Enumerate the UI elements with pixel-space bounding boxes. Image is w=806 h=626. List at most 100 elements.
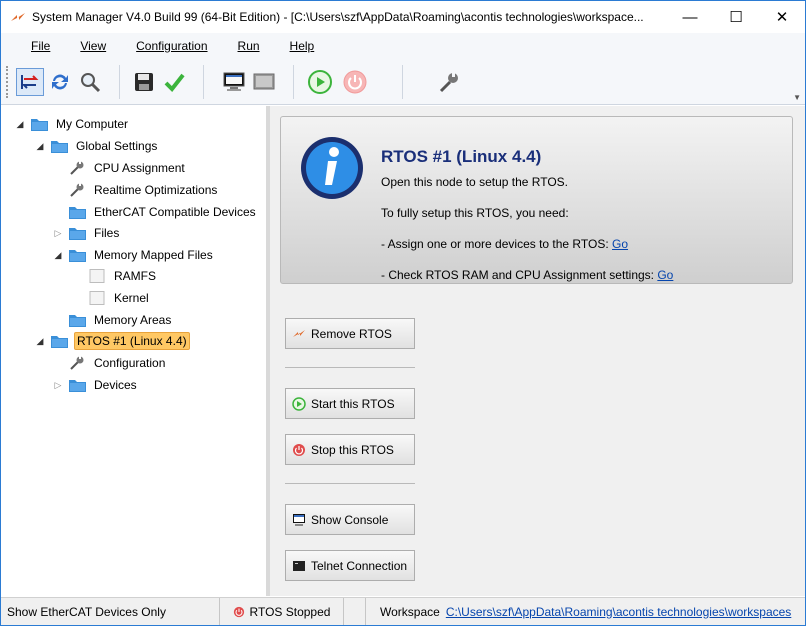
collapsed-arrow-icon[interactable]: ▷ [53, 228, 63, 239]
folder-icon [31, 119, 48, 131]
telnet-connection-button[interactable]: Telnet Connection [285, 550, 415, 581]
info-box: RTOS #1 (Linux 4.4) Open this node to se… [280, 116, 793, 284]
folder-icon [69, 228, 86, 240]
start-rtos-button[interactable]: Start this RTOS [285, 388, 415, 419]
tree-item-ethercat-devices[interactable]: EtherCAT Compatible Devices [69, 202, 258, 222]
title-bar: System Manager V4.0 Build 99 (64-Bit Edi… [1, 1, 805, 33]
tree-item-realtime-optimizations[interactable]: Realtime Optimizations [69, 180, 219, 200]
tree-item-my-computer[interactable]: ◢ My Computer [15, 114, 130, 134]
device-tree: ◢ My Computer ◢ Global Settings CPU Assi… [1, 106, 266, 596]
toolbar-overflow-icon[interactable]: ▼ [793, 93, 801, 102]
menu-configuration[interactable]: Configuration [121, 33, 222, 59]
maximize-button[interactable]: ☐ [713, 1, 759, 33]
menu-help[interactable]: Help [275, 33, 330, 59]
info-assign-devices: - Assign one or more devices to the RTOS… [381, 237, 629, 251]
divider [285, 483, 415, 484]
go-check-settings-link[interactable]: Go [657, 268, 673, 282]
tree-item-global-settings[interactable]: ◢ Global Settings [35, 136, 159, 156]
terminal-icon [293, 560, 305, 571]
show-console-button[interactable]: Show Console [285, 504, 415, 535]
swap-arrows-icon [21, 74, 39, 89]
tree-item-devices[interactable]: ▷ Devices [53, 375, 139, 395]
workspace-path-link[interactable]: C:\Users\szf\AppData\Roaming\acontis tec… [446, 605, 792, 619]
expanded-arrow-icon[interactable]: ◢ [53, 250, 63, 261]
search-button[interactable] [76, 68, 104, 96]
info-icon [301, 137, 363, 199]
go-assign-devices-link[interactable]: Go [612, 237, 628, 251]
collapsed-arrow-icon[interactable]: ▷ [53, 380, 63, 391]
app-window: System Manager V4.0 Build 99 (64-Bit Edi… [0, 0, 806, 626]
menu-bar: File View Configuration Run Help [1, 33, 805, 59]
file-icon [89, 269, 105, 283]
start-button[interactable] [306, 68, 334, 96]
status-bar: Show EtherCAT Devices Only RTOS Stopped … [1, 597, 805, 625]
toolbar-grip[interactable] [6, 65, 10, 98]
menu-view[interactable]: View [65, 33, 121, 59]
toggle-devices-button[interactable] [16, 67, 44, 96]
folder-icon [51, 336, 68, 348]
terminal-icon [253, 73, 275, 89]
tree-item-kernel[interactable]: Kernel [89, 288, 151, 308]
stop-button[interactable] [341, 68, 369, 96]
tree-item-memory-areas[interactable]: Memory Areas [69, 310, 173, 330]
info-setup-heading: To fully setup this RTOS, you need: [381, 206, 569, 220]
save-button[interactable] [130, 68, 158, 96]
menu-file[interactable]: File [1, 33, 65, 59]
wrench-icon [70, 161, 84, 175]
folder-icon [51, 141, 68, 153]
expanded-arrow-icon[interactable]: ◢ [35, 141, 45, 152]
tree-item-cpu-assignment[interactable]: CPU Assignment [69, 158, 187, 178]
remove-rtos-button[interactable]: Remove RTOS [285, 318, 415, 349]
tree-item-memory-mapped-files[interactable]: ◢ Memory Mapped Files [53, 245, 215, 265]
arrow-icon [293, 329, 305, 337]
menu-run[interactable]: Run [223, 33, 275, 59]
monitor-icon [223, 72, 245, 91]
refresh-icon [52, 74, 68, 89]
console-button[interactable] [220, 68, 248, 96]
tree-item-ramfs[interactable]: RAMFS [89, 266, 158, 286]
wrench-icon [439, 71, 458, 92]
expanded-arrow-icon[interactable]: ◢ [15, 119, 25, 130]
floppy-disk-icon [135, 72, 153, 91]
folder-icon [69, 315, 86, 327]
play-icon [308, 69, 332, 94]
folder-icon [69, 207, 86, 219]
info-intro: Open this node to setup the RTOS. [381, 175, 569, 189]
tree-item-rtos[interactable]: ◢ RTOS #1 (Linux 4.4) [35, 331, 190, 351]
info-check-settings: - Check RTOS RAM and CPU Assignment sett… [381, 268, 674, 282]
toolbar: ▼ [1, 59, 805, 105]
expanded-arrow-icon[interactable]: ◢ [35, 336, 45, 347]
toolbar-separator [402, 64, 403, 99]
checkmark-icon [164, 73, 185, 92]
close-button[interactable]: ✕ [759, 1, 805, 33]
tree-item-files[interactable]: ▷ Files [53, 223, 121, 243]
refresh-button[interactable] [46, 68, 74, 96]
folder-icon [69, 380, 86, 392]
stop-rtos-button[interactable]: Stop this RTOS [285, 434, 415, 465]
rtos-status: RTOS Stopped [220, 597, 344, 625]
toolbar-separator [203, 64, 204, 99]
toolbar-separator [293, 64, 294, 99]
power-icon [233, 606, 244, 617]
toolbar-separator [119, 64, 120, 99]
ethercat-filter-status[interactable]: Show EtherCAT Devices Only [1, 597, 220, 625]
app-logo-icon [11, 13, 25, 21]
telnet-button[interactable] [250, 68, 278, 96]
power-icon [343, 70, 367, 93]
details-panel: RTOS #1 (Linux 4.4) Open this node to se… [270, 106, 805, 596]
window-title: System Manager V4.0 Build 99 (64-Bit Edi… [32, 10, 644, 24]
monitor-icon [293, 513, 305, 526]
divider [285, 367, 415, 368]
minimize-button[interactable]: — [667, 1, 713, 33]
power-icon [293, 443, 305, 456]
search-icon [81, 72, 101, 92]
settings-button[interactable] [435, 68, 463, 96]
tree-item-configuration[interactable]: Configuration [69, 353, 167, 373]
status-spacer [344, 597, 366, 625]
wrench-icon [70, 356, 84, 370]
workspace-status: Workspace C:\Users\szf\AppData\Roaming\a… [380, 604, 792, 619]
folder-icon [69, 250, 86, 262]
file-icon [89, 291, 105, 305]
apply-button[interactable] [160, 68, 188, 96]
rtos-title: RTOS #1 (Linux 4.4) [381, 147, 542, 166]
